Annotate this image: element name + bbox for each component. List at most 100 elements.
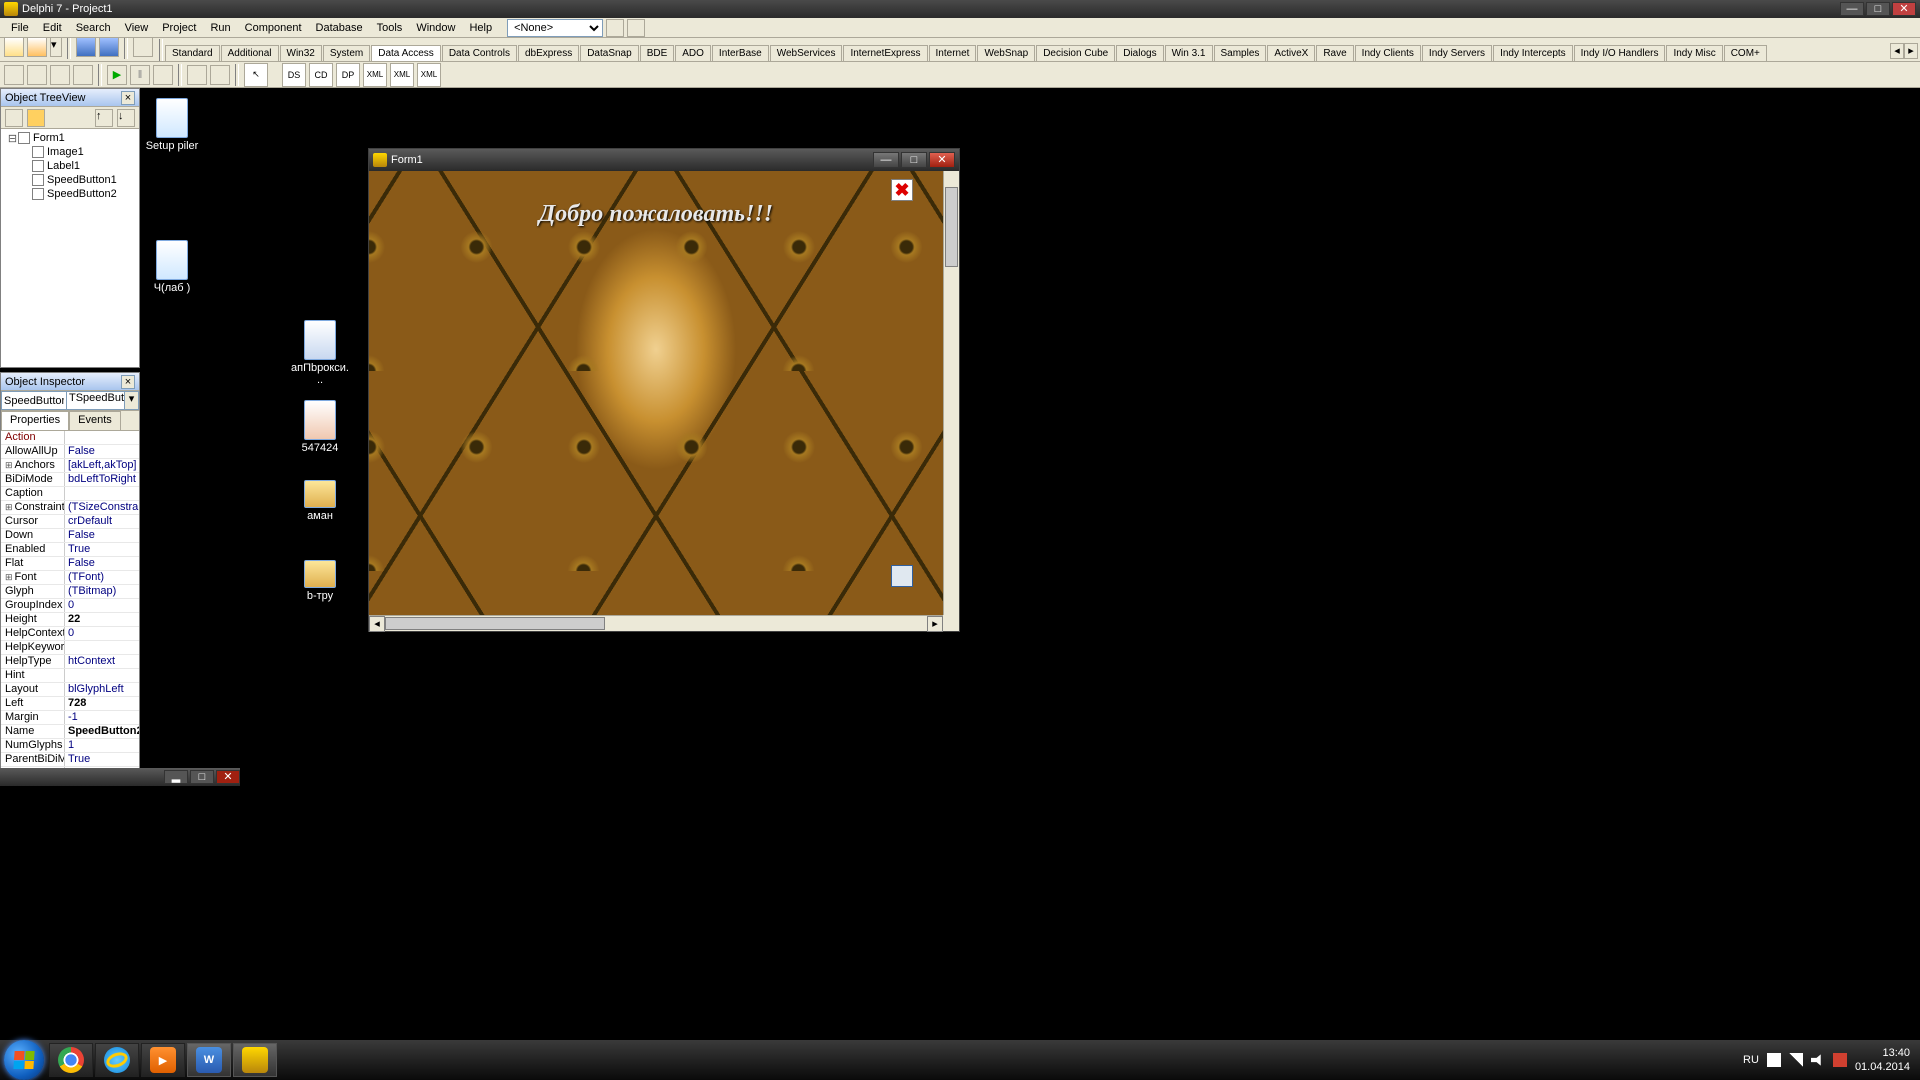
tray-volume-icon[interactable]: [1811, 1053, 1825, 1067]
open-project-button[interactable]: [133, 38, 153, 57]
tree-speedbutton1[interactable]: SpeedButton1: [3, 173, 137, 187]
prop-name-groupindex[interactable]: GroupIndex: [1, 599, 65, 612]
form-client-area[interactable]: Добро пожаловать!!! ✖ ◂ ▸: [369, 171, 959, 631]
datasetprovider-icon[interactable]: DP: [336, 63, 360, 87]
inspector-close-button[interactable]: ×: [121, 375, 135, 389]
speedbutton2[interactable]: [891, 565, 913, 587]
prop-value-caption[interactable]: [65, 487, 139, 500]
menu-search[interactable]: Search: [69, 20, 118, 36]
view-form-button[interactable]: [27, 65, 47, 85]
prop-value-hint[interactable]: [65, 669, 139, 682]
prop-name-left[interactable]: Left: [1, 697, 65, 710]
tree-up-button[interactable]: ↑: [95, 109, 113, 127]
palette-tab-data-controls[interactable]: Data Controls: [442, 45, 517, 61]
tree-image1[interactable]: Image1: [3, 145, 137, 159]
prop-name-down[interactable]: Down: [1, 529, 65, 542]
menu-edit[interactable]: Edit: [36, 20, 69, 36]
task-mediaplayer[interactable]: ▶: [141, 1043, 185, 1077]
tray-action-icon[interactable]: [1833, 1053, 1847, 1067]
open-button[interactable]: [27, 38, 47, 57]
minimized-window-bar[interactable]: ▂ □ ✕: [0, 768, 240, 786]
form-titlebar[interactable]: Form1 — □ ✕: [369, 149, 959, 171]
menu-run[interactable]: Run: [203, 20, 237, 36]
prop-name-numglyphs[interactable]: NumGlyphs: [1, 739, 65, 752]
palette-tab-activex[interactable]: ActiveX: [1267, 45, 1315, 61]
scroll-left-icon[interactable]: ◂: [369, 616, 385, 632]
menu-component[interactable]: Component: [238, 20, 309, 36]
xml-transform-icon[interactable]: XML: [363, 63, 387, 87]
palette-tab-win32[interactable]: Win32: [280, 45, 322, 61]
palette-tab-dbexpress[interactable]: dbExpress: [518, 45, 579, 61]
palette-tab-datasnap[interactable]: DataSnap: [580, 45, 638, 61]
close-button[interactable]: ✕: [1892, 2, 1916, 16]
xml-transform2-icon[interactable]: XML: [390, 63, 414, 87]
tray-network-icon[interactable]: [1789, 1053, 1803, 1067]
palette-tab-internetexpress[interactable]: InternetExpress: [843, 45, 927, 61]
desktop-icon[interactable]: апПbрокси...: [290, 320, 350, 386]
prop-name-parentbidimode[interactable]: ParentBiDiMode: [1, 753, 65, 766]
scroll-left-button[interactable]: ◂: [1890, 43, 1904, 59]
toggle-button[interactable]: [50, 65, 70, 85]
menu-file[interactable]: File: [4, 20, 36, 36]
prop-value-helpkeyword[interactable]: [65, 641, 139, 654]
prop-name-caption[interactable]: Caption: [1, 487, 65, 500]
palette-tab-interbase[interactable]: InterBase: [712, 45, 769, 61]
palette-tab-indy-intercepts[interactable]: Indy Intercepts: [1493, 45, 1573, 61]
palette-tab-internet[interactable]: Internet: [929, 45, 977, 61]
prop-value-height[interactable]: 22: [65, 613, 139, 626]
form-close-button[interactable]: ✕: [929, 152, 955, 168]
palette-tab-standard[interactable]: Standard: [165, 45, 220, 61]
datasource-icon[interactable]: DS: [282, 63, 306, 87]
open-dropdown[interactable]: ▾: [50, 38, 62, 57]
image1[interactable]: Добро пожаловать!!! ✖: [369, 171, 943, 617]
prop-name-helpkeyword[interactable]: HelpKeyword: [1, 641, 65, 654]
prop-name-helpcontext[interactable]: HelpContext: [1, 627, 65, 640]
prop-name-glyph[interactable]: Glyph: [1, 585, 65, 598]
prop-name-margin[interactable]: Margin: [1, 711, 65, 724]
desktop-icon[interactable]: аман: [290, 480, 350, 522]
pause-button[interactable]: ‖: [130, 65, 150, 85]
prop-value-down[interactable]: False: [65, 529, 139, 542]
task-delphi[interactable]: [233, 1043, 277, 1077]
palette-tab-win-3-1[interactable]: Win 3.1: [1165, 45, 1213, 61]
clientdataset-icon[interactable]: CD: [309, 63, 333, 87]
start-button[interactable]: [4, 1040, 44, 1080]
step-into-button[interactable]: [210, 65, 230, 85]
prop-name-font[interactable]: Font: [1, 571, 65, 584]
prop-value-font[interactable]: (TFont): [65, 571, 139, 584]
prop-value-cursor[interactable]: crDefault: [65, 515, 139, 528]
inspector-object-select[interactable]: [1, 391, 67, 410]
desktop-icon[interactable]: 547424: [290, 400, 350, 454]
view-unit-button[interactable]: [4, 65, 24, 85]
palette-tab-websnap[interactable]: WebSnap: [977, 45, 1035, 61]
prop-value-name[interactable]: SpeedButton2: [65, 725, 139, 738]
menu-window[interactable]: Window: [409, 20, 462, 36]
speedbutton1[interactable]: ✖: [891, 179, 913, 201]
form-minimize-button[interactable]: —: [873, 152, 899, 168]
prop-name-bidimode[interactable]: BiDiMode: [1, 473, 65, 486]
prop-name-constraints[interactable]: Constraints: [1, 501, 65, 514]
pointer-icon[interactable]: ↖: [244, 63, 268, 87]
prop-name-height[interactable]: Height: [1, 613, 65, 626]
new-button[interactable]: [4, 38, 24, 57]
stop-button[interactable]: [153, 65, 173, 85]
tree-btn-2[interactable]: [27, 109, 45, 127]
palette-tab-samples[interactable]: Samples: [1214, 45, 1267, 61]
desktop-icon[interactable]: Setup piler: [142, 98, 202, 152]
tray-lang[interactable]: RU: [1743, 1054, 1759, 1066]
scroll-right-button[interactable]: ▸: [1904, 43, 1918, 59]
minimize-button[interactable]: —: [1840, 2, 1864, 16]
prop-value-enabled[interactable]: True: [65, 543, 139, 556]
prop-value-helptype[interactable]: htContext: [65, 655, 139, 668]
new-form-button[interactable]: [73, 65, 93, 85]
prop-name-cursor[interactable]: Cursor: [1, 515, 65, 528]
tray-clock[interactable]: 13:40 01.04.2014: [1855, 1046, 1910, 1074]
palette-tab-com-[interactable]: COM+: [1724, 45, 1767, 61]
prop-value-layout[interactable]: blGlyphLeft: [65, 683, 139, 696]
treeview-close-button[interactable]: ×: [121, 91, 135, 105]
palette-tab-webservices[interactable]: WebServices: [770, 45, 843, 61]
prop-name-hint[interactable]: Hint: [1, 669, 65, 682]
tree-form1[interactable]: ⊟Form1: [3, 131, 137, 145]
menu-view[interactable]: View: [118, 20, 156, 36]
menu-project[interactable]: Project: [155, 20, 203, 36]
